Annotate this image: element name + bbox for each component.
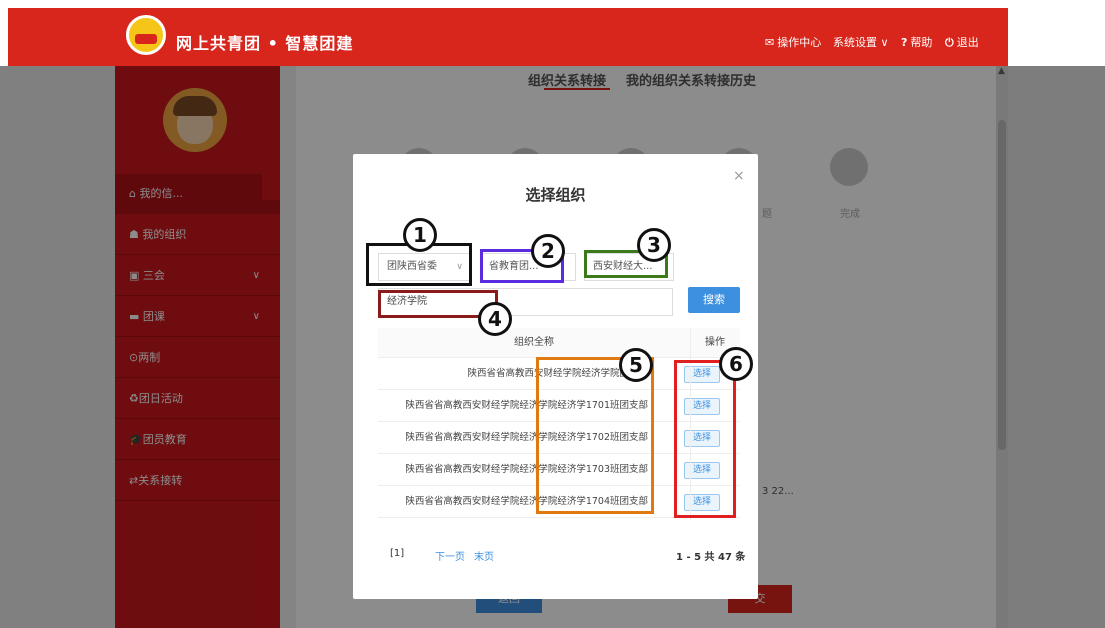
ops-center-link[interactable]: ✉ 操作中心 [765, 34, 821, 50]
pager-summary: 1 - 5 共 47 条 [676, 552, 746, 563]
annotation-badge-2: 2 [531, 234, 565, 268]
annotation-badge-6: 6 [719, 347, 753, 381]
pager-current[interactable]: [1] [390, 548, 404, 559]
question-icon: ? [901, 36, 908, 49]
envelope-icon: ✉ [765, 36, 775, 49]
pager-last[interactable]: 末页 [474, 548, 494, 563]
help-link[interactable]: ? 帮助 [901, 34, 932, 50]
power-icon: ⏻ [945, 36, 954, 49]
annotation-badge-4: 4 [478, 302, 512, 336]
page-margin [1008, 66, 1105, 628]
top-bar-red: 网上共青团 • 智慧团建 ✉ 操作中心 系统设置 ∨ ? 帮助 ⏻ 退出 [8, 8, 1008, 66]
modal-title: 选择组织 [525, 186, 586, 204]
search-button[interactable]: 搜索 [688, 287, 740, 313]
pager-next[interactable]: 下一页 [435, 548, 465, 563]
table-header: 组织全称 操作 [378, 328, 740, 358]
annotation-badge-1: 1 [403, 218, 437, 252]
close-icon[interactable]: × [733, 168, 745, 184]
league-logo-icon [126, 15, 166, 55]
chevron-down-icon: ∨ [877, 36, 889, 49]
annotation-badge-5: 5 [619, 348, 653, 382]
top-bar: 网上共青团 • 智慧团建 ✉ 操作中心 系统设置 ∨ ? 帮助 ⏻ 退出 [0, 0, 1105, 66]
annotation-box-6 [674, 360, 736, 518]
logout-link[interactable]: ⏻ 退出 [945, 34, 979, 50]
settings-menu[interactable]: 系统设置 ∨ [833, 34, 889, 50]
brand-title: 网上共青团 • 智慧团建 [176, 34, 354, 53]
annotation-badge-3: 3 [637, 228, 671, 262]
